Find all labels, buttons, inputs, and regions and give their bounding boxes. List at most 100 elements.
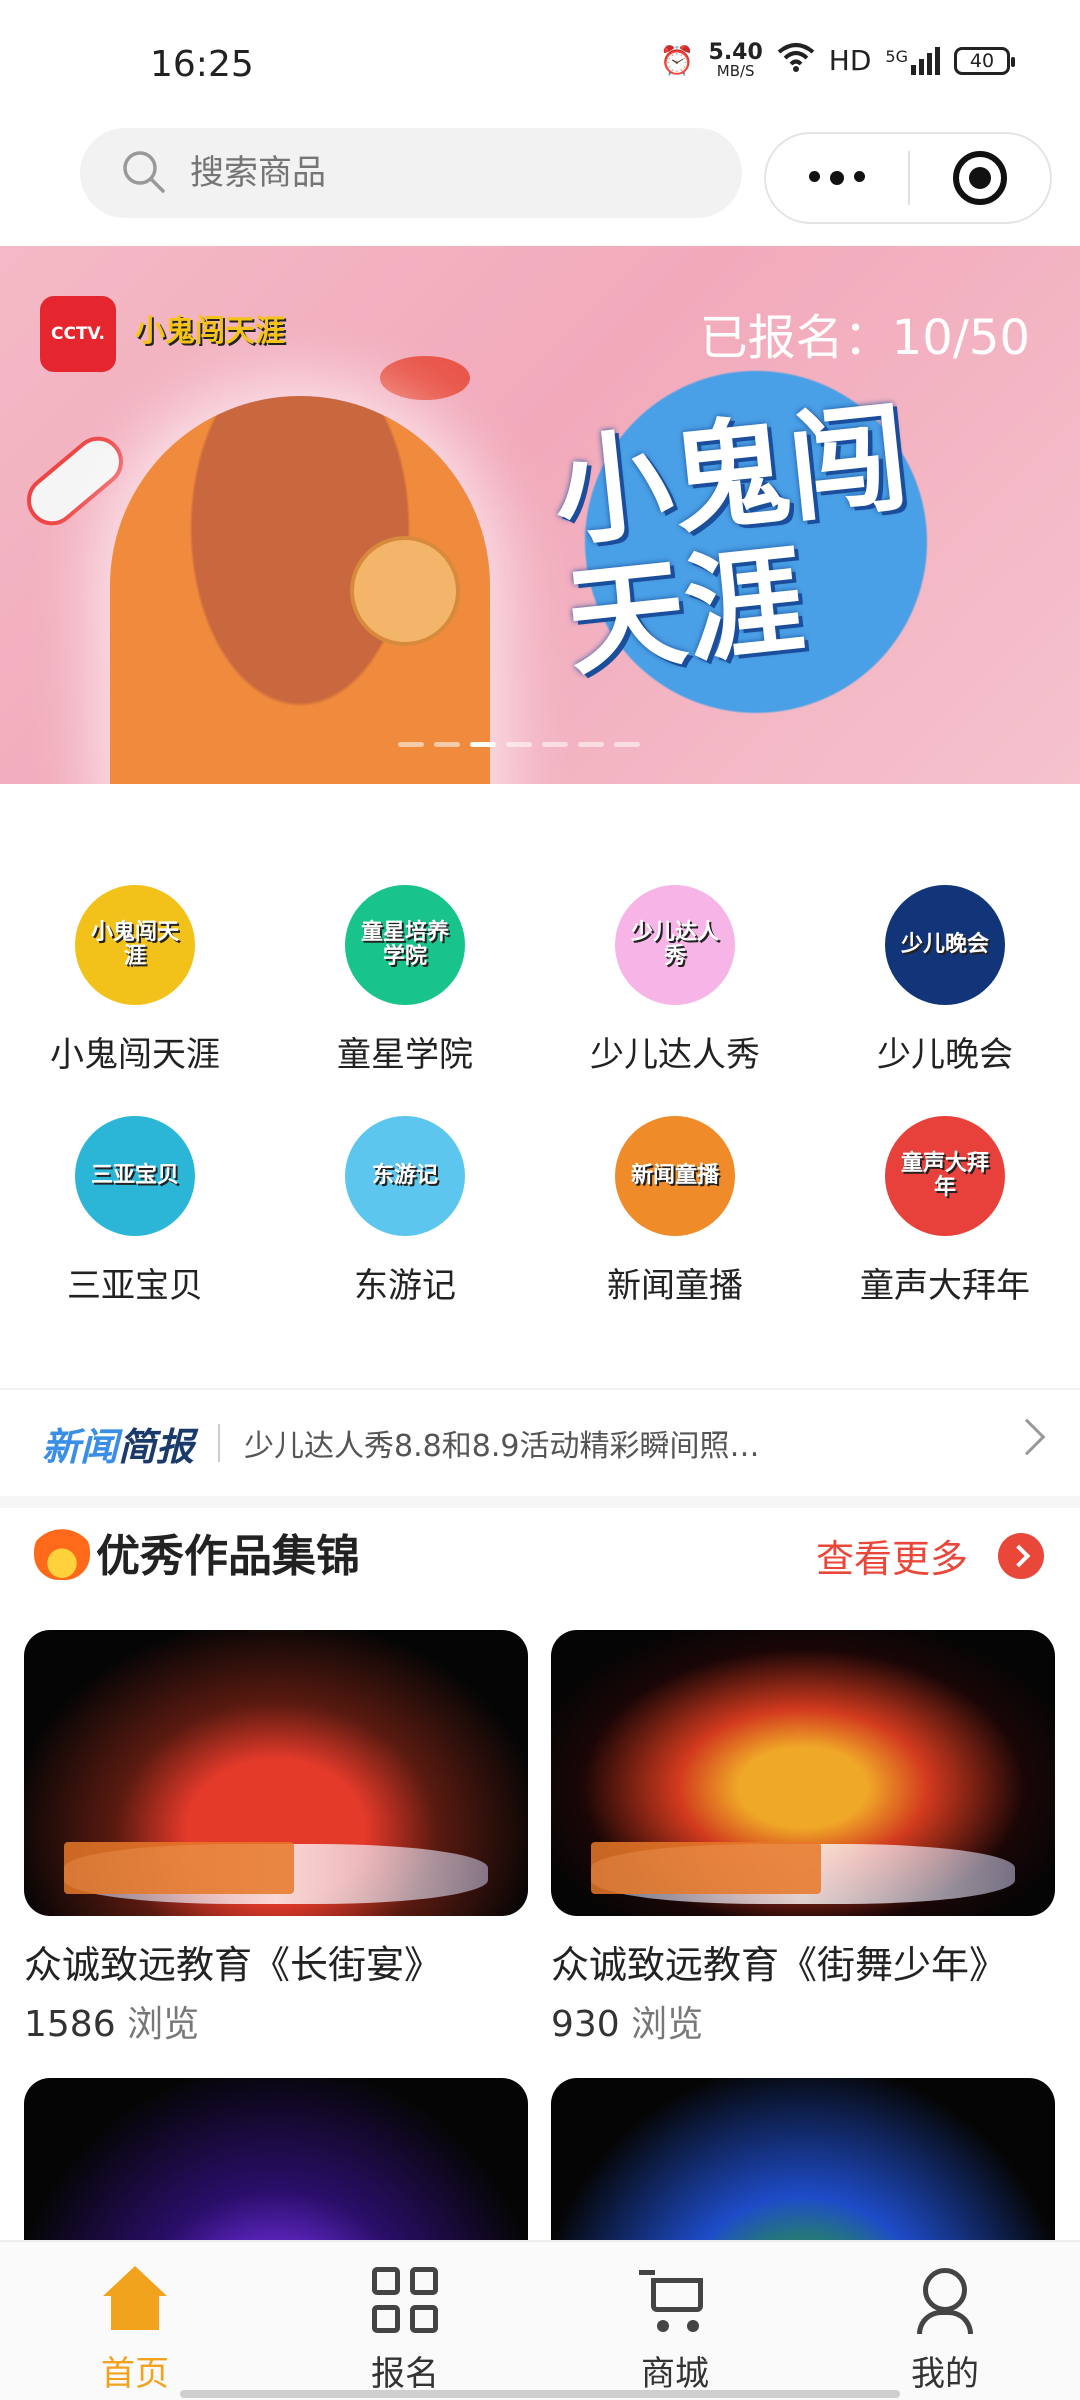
tab-label: 报名	[371, 2354, 439, 2394]
category-badge-icon: 少儿晚会	[885, 885, 1005, 1005]
work-views-suffix: 浏览	[115, 2004, 200, 2045]
carousel-dot[interactable]	[434, 742, 460, 747]
search-bar[interactable]	[80, 128, 742, 218]
caption-overlay	[591, 1842, 821, 1894]
section-divider	[0, 1496, 1080, 1508]
user-icon	[909, 2264, 981, 2336]
grid-icon	[369, 2264, 441, 2336]
section-header: 优秀作品集锦	[34, 1520, 360, 1584]
battery-icon: 40	[954, 46, 1015, 75]
search-input[interactable]	[190, 153, 670, 193]
category-label: 少儿达人秀	[590, 1035, 760, 1075]
category-badge-icon: 东游记	[345, 1116, 465, 1236]
status-icons: ⏰ 5.40 MB/S HD 5G 40	[659, 42, 1015, 79]
news-tag-part1: 新闻	[42, 1424, 119, 1469]
category-badge-icon: 少儿达人秀	[615, 885, 735, 1005]
news-tag-part2: 简报	[118, 1424, 195, 1469]
alarm-icon: ⏰	[659, 44, 695, 77]
carousel-dot[interactable]	[506, 742, 532, 747]
more-dot	[830, 171, 844, 185]
news-headline[interactable]: 少儿达人秀8.8和8.9活动精彩瞬间照…	[244, 1421, 804, 1465]
category-item[interactable]: 新闻童播 新闻童播	[540, 1116, 810, 1307]
rocket-illustration	[16, 426, 134, 536]
category-grid: 小鬼闯天涯 小鬼闯天涯 童星培养学院 童星学院 少儿达人秀 少儿达人秀 少儿晚会 少儿晚会 三亚…	[0, 885, 1080, 1307]
carousel-dot[interactable]	[470, 742, 496, 747]
news-divider	[218, 1424, 221, 1462]
work-title: 众诚致远教育《街舞少年》	[551, 1943, 1008, 1987]
banner-title: 小鬼闯天涯	[547, 387, 914, 693]
tab-mall[interactable]: 商城	[540, 2242, 810, 2400]
more-dot	[809, 171, 820, 182]
see-more-label: 查看更多	[815, 1537, 968, 1581]
news-ticker[interactable]: 新闻简报 少儿达人秀8.8和8.9活动精彩瞬间照…	[0, 1388, 1080, 1496]
caption-overlay	[64, 1842, 294, 1894]
status-bar: 16:25 ⏰ 5.40 MB/S HD 5G 40	[0, 0, 1080, 120]
category-item[interactable]: 少儿晚会 少儿晚会	[810, 885, 1080, 1076]
carousel-dot[interactable]	[398, 742, 424, 747]
enrolled-count: 已报名：10/50	[699, 310, 1030, 366]
news-tag: 新闻简报	[42, 1416, 194, 1471]
tab-label: 我的	[911, 2354, 979, 2394]
category-label: 少儿晚会	[877, 1035, 1013, 1075]
carousel-dot[interactable]	[578, 742, 604, 747]
work-views-count: 1586	[24, 2004, 116, 2045]
category-label: 小鬼闯天涯	[50, 1035, 220, 1075]
work-card[interactable]: 众诚致远教育《长街宴》 1586 浏览	[24, 1630, 528, 2047]
fire-icon	[34, 1524, 90, 1580]
work-title: 众诚致远教育《长街宴》	[24, 1943, 443, 1987]
bottom-tab-bar: 首页 报名 商城 我的	[0, 2240, 1080, 2400]
category-label: 东游记	[354, 1266, 456, 1306]
arrow-right-circle-icon	[998, 1532, 1044, 1579]
tab-label: 首页	[101, 2354, 169, 2394]
network-speed-unit: MB/S	[716, 62, 755, 80]
signal-icon: 5G	[885, 46, 940, 75]
category-item[interactable]: 小鬼闯天涯 小鬼闯天涯	[0, 885, 270, 1076]
category-label: 三亚宝贝	[67, 1266, 203, 1306]
tab-signup[interactable]: 报名	[270, 2242, 540, 2400]
hd-indicator: HD	[828, 44, 872, 77]
category-item[interactable]: 东游记 东游记	[270, 1116, 540, 1307]
category-item[interactable]: 三亚宝贝 三亚宝贝	[0, 1116, 270, 1307]
work-thumbnail	[551, 1630, 1055, 1916]
status-time: 16:25	[150, 44, 254, 85]
work-views-count: 930	[551, 2004, 620, 2045]
category-badge-icon: 三亚宝贝	[75, 1116, 195, 1236]
category-item[interactable]: 童声大拜年 童声大拜年	[810, 1116, 1080, 1307]
signal-label: 5G	[885, 46, 908, 66]
promo-banner[interactable]: CCTV. 小鬼闯天涯 小鬼闯天涯 已报名：10/50	[0, 246, 1080, 784]
category-label: 童声大拜年	[860, 1266, 1030, 1306]
chevron-right-icon[interactable]	[1008, 1418, 1046, 1456]
cart-icon	[639, 2264, 711, 2336]
network-speed: 5.40 MB/S	[709, 42, 763, 79]
tab-profile[interactable]: 我的	[810, 2242, 1080, 2400]
category-badge-icon: 小鬼闯天涯	[75, 885, 195, 1005]
wifi-icon	[777, 42, 815, 79]
category-badge-icon: 新闻童播	[615, 1116, 735, 1236]
work-views-suffix: 浏览	[619, 2004, 704, 2045]
search-icon	[120, 148, 166, 198]
category-item[interactable]: 少儿达人秀 少儿达人秀	[540, 885, 810, 1076]
section-title: 优秀作品集锦	[96, 1531, 360, 1582]
category-item[interactable]: 童星培养学院 童星学院	[270, 885, 540, 1076]
work-views: 930 浏览	[551, 1995, 1055, 2047]
more-menu-button[interactable]	[766, 171, 908, 185]
planet-illustration	[350, 536, 460, 646]
home-indicator[interactable]	[180, 2390, 900, 2398]
see-more-link[interactable]: 查看更多	[816, 1528, 1044, 1583]
cctv-logo: CCTV.	[40, 296, 116, 372]
carousel-indicator[interactable]	[398, 742, 640, 747]
more-dot	[854, 171, 865, 182]
brand-logo: 小鬼闯天涯	[135, 314, 285, 349]
work-card[interactable]: 众诚致远教育《街舞少年》 930 浏览	[551, 1630, 1055, 2047]
target-icon	[953, 151, 1007, 205]
miniprogram-capsule	[764, 132, 1052, 224]
close-miniprogram-button[interactable]	[910, 151, 1050, 205]
network-speed-value: 5.40	[708, 40, 763, 65]
tab-label: 商城	[641, 2354, 709, 2394]
work-thumbnail	[24, 1630, 528, 1916]
category-badge-icon: 童星培养学院	[345, 885, 465, 1005]
carousel-dot[interactable]	[542, 742, 568, 747]
category-badge-icon: 童声大拜年	[885, 1116, 1005, 1236]
carousel-dot[interactable]	[614, 742, 640, 747]
tab-home[interactable]: 首页	[0, 2242, 270, 2400]
